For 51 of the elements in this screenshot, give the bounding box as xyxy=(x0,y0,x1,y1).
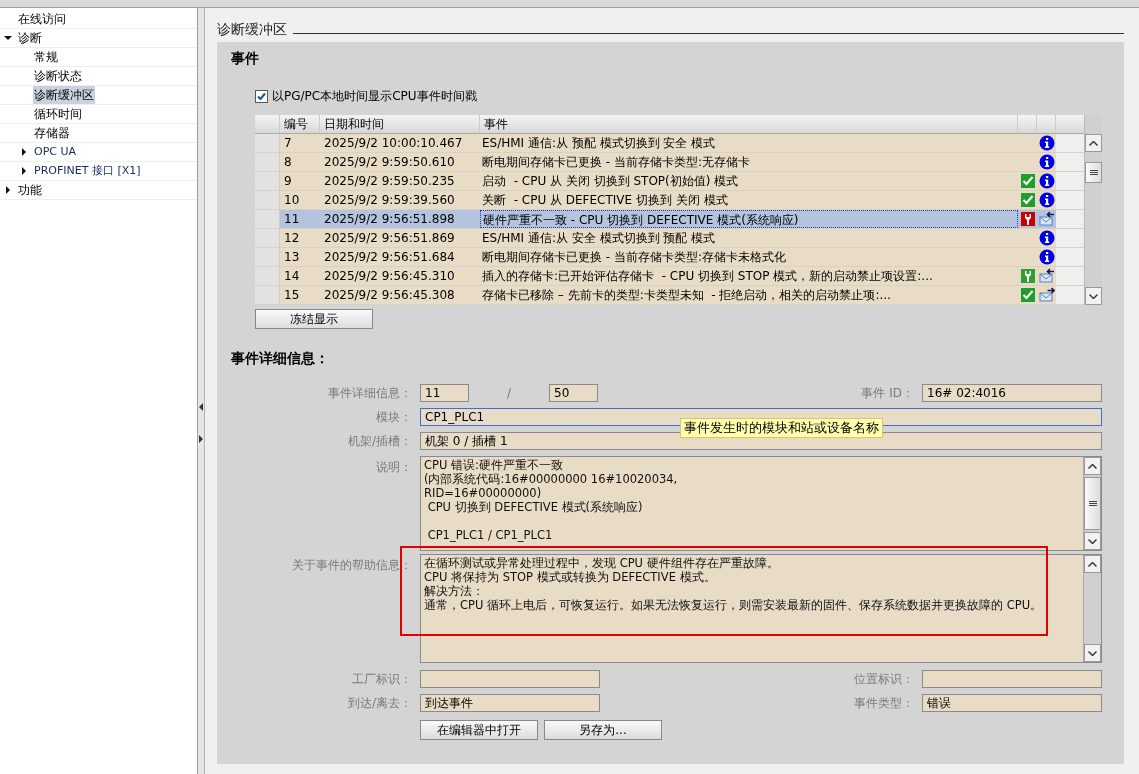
table-cell-text: ES/HMI 通信:从 安全 模式切换到 预配 模式 xyxy=(481,230,717,247)
checkbox-label: 以PG/PC本地时间显示CPU事件时间戳 xyxy=(272,88,477,105)
table-cell-text: 2025/9/2 9:59:39.560 xyxy=(323,192,456,209)
table-cell-text: 9 xyxy=(283,173,293,190)
table-cell-text: 12 xyxy=(283,230,301,247)
table-cell-text: 2025/9/2 9:56:51.898 xyxy=(323,211,456,228)
table-cell-text: 启动 - CPU 从 关闭 切换到 STOP(初始值) 模式 xyxy=(481,173,740,190)
table-cell-text: 2025/9/2 10:00:10.467 xyxy=(323,135,464,152)
table-cell-text: 7 xyxy=(283,135,293,152)
table-cell-text: 2025/9/2 9:56:45.308 xyxy=(323,287,456,304)
text-line: CPU 切换到 DEFECTIVE 模式(系统响应) xyxy=(426,500,643,514)
table-cell-text: 插入的存储卡:已开始评估存储卡 - CPU 切换到 STOP 模式，新的启动禁止项设置:... xyxy=(481,268,934,285)
table-cell-text: 2025/9/2 9:56:51.684 xyxy=(323,249,456,266)
field-label: 事件详细信息： xyxy=(327,385,413,402)
section-title: 事件 xyxy=(231,49,260,68)
table-cell-text: 14 xyxy=(283,268,301,285)
page-title: 诊断缓冲区 xyxy=(217,19,288,39)
text-line: CP1_PLC1 / CP1_PLC1 xyxy=(426,528,553,542)
table-cell-text: 关断 - CPU 从 DEFECTIVE 切换到 关闭 模式 xyxy=(481,192,729,209)
table-cell-text: 15 xyxy=(283,287,301,304)
table-cell-text: 2025/9/2 9:56:51.869 xyxy=(323,230,456,247)
table-cell-text: 11 xyxy=(283,211,301,228)
text-line: (内部系统代码:16#00000000 16#10020034, xyxy=(424,472,678,486)
field-label: 说明： xyxy=(375,459,413,476)
field-label: 机架/插槽： xyxy=(346,433,413,450)
text-line: 在循环测试或异常处理过程中，发现 CPU 硬件组件存在严重故障。 xyxy=(424,556,779,570)
text-line: CPU 错误:硬件严重不一致 xyxy=(424,458,563,472)
separator-text: / xyxy=(505,385,512,402)
table-cell-text: 2025/9/2 9:59:50.235 xyxy=(323,173,456,190)
table-cell-text: 断电期间存储卡已更换 - 当前存储卡类型:存储卡未格式化 xyxy=(481,249,787,266)
text-line: CPU 将保持为 STOP 模式或转换为 DEFECTIVE 模式。 xyxy=(424,570,716,584)
table-cell-text: 2025/9/2 9:56:45.310 xyxy=(323,268,456,285)
field-label: 事件类型： xyxy=(853,695,915,712)
field-label: 事件 ID： xyxy=(860,385,915,402)
table-cell-text: 断电期间存储卡已更换 - 当前存储卡类型:无存储卡 xyxy=(481,154,751,171)
section-title: 事件详细信息： xyxy=(231,349,330,368)
field-label: 位置标识： xyxy=(853,671,915,688)
table-cell-text: 8 xyxy=(283,154,293,171)
table-cell-text: 10 xyxy=(283,192,301,209)
field-label: 到达/离去： xyxy=(346,695,413,712)
field-label: 关于事件的帮助信息： xyxy=(291,557,413,574)
text-line: 解决方法： xyxy=(424,584,484,598)
text-line: RID=16#00000000) xyxy=(424,486,542,500)
table-cell-text: ES/HMI 通信:从 预配 模式切换到 安全 模式 xyxy=(481,135,717,152)
text-line: 通常，CPU 循环上电后，可恢复运行。如果无法恢复运行，则需安装最新的固件、保存系统数据并更换故障的 CPU。 xyxy=(424,598,1043,612)
table-cell: 硬件严重不一致 - CPU 切换到 DEFECTIVE 模式(系统响应) xyxy=(480,210,1018,228)
field-label: 模块： xyxy=(375,409,413,426)
table-cell-text: 存储卡已移除 – 先前卡的类型:卡类型未知 - 拒绝启动，相关的启动禁止项:... xyxy=(481,287,892,304)
field-label: 工厂标识： xyxy=(351,671,413,688)
table-cell-text: 13 xyxy=(283,249,301,266)
table-cell-text: 2025/9/2 9:59:50.610 xyxy=(323,154,456,171)
